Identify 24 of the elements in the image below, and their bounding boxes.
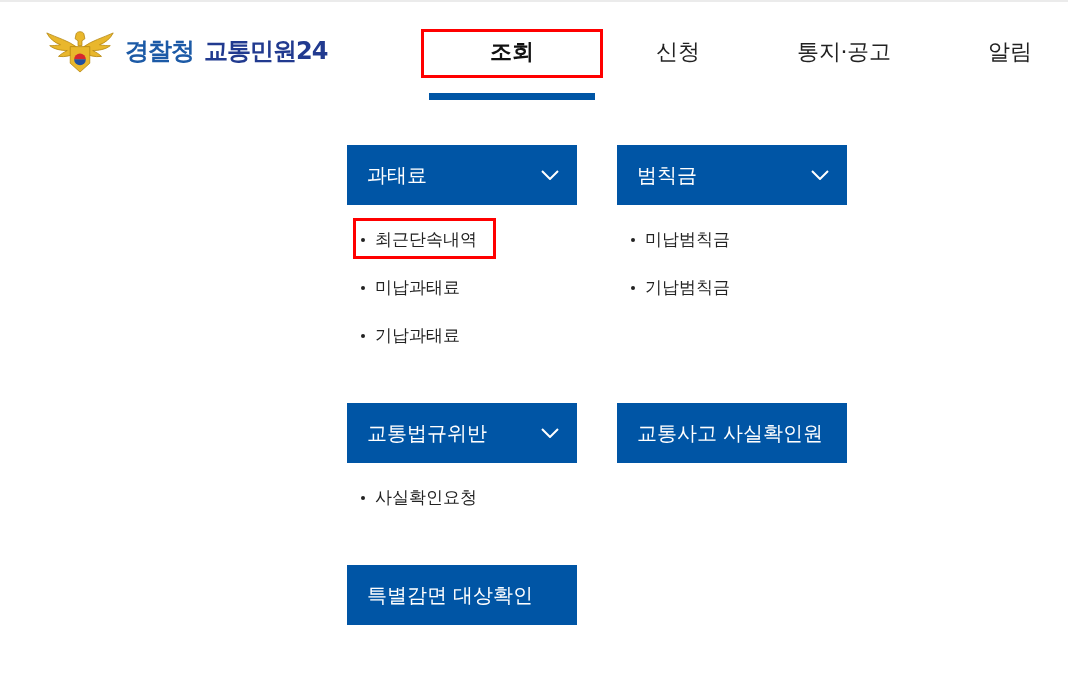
category-header[interactable]: 범칙금 — [617, 145, 847, 205]
nav-tab[interactable]: 조회 — [482, 29, 542, 73]
logo-agency-text: 경찰청 — [125, 36, 194, 67]
bullet-icon — [631, 238, 635, 242]
category-header[interactable]: 특별감면 대상확인 — [347, 565, 577, 625]
category-header[interactable]: 과태료 — [347, 145, 577, 205]
submenu-link[interactable]: 기납범칙금 — [631, 278, 730, 298]
nav-tab[interactable]: 알림 — [980, 29, 1040, 73]
eagle-emblem-icon — [45, 29, 115, 73]
submenu-link[interactable]: 미납과태료 — [361, 278, 460, 298]
bullet-icon — [361, 238, 365, 242]
nav-tab[interactable]: 신청 — [648, 29, 708, 73]
submenu-link[interactable]: 기납과태료 — [361, 326, 460, 346]
nav-tab[interactable]: 통지·공고 — [788, 29, 900, 73]
bullet-icon — [631, 286, 635, 290]
category-header[interactable]: 교통법규위반 — [347, 403, 577, 463]
submenu-link[interactable]: 최근단속내역 — [361, 230, 477, 250]
bullet-icon — [361, 334, 365, 338]
bullet-icon — [361, 286, 365, 290]
category-header[interactable]: 교통사고 사실확인원 — [617, 403, 847, 463]
submenu-link[interactable]: 미납범칙금 — [631, 230, 730, 250]
submenu-link[interactable]: 사실확인요청 — [361, 488, 477, 508]
bullet-icon — [361, 496, 365, 500]
logo-service-text: 교통민원24 — [204, 36, 328, 67]
